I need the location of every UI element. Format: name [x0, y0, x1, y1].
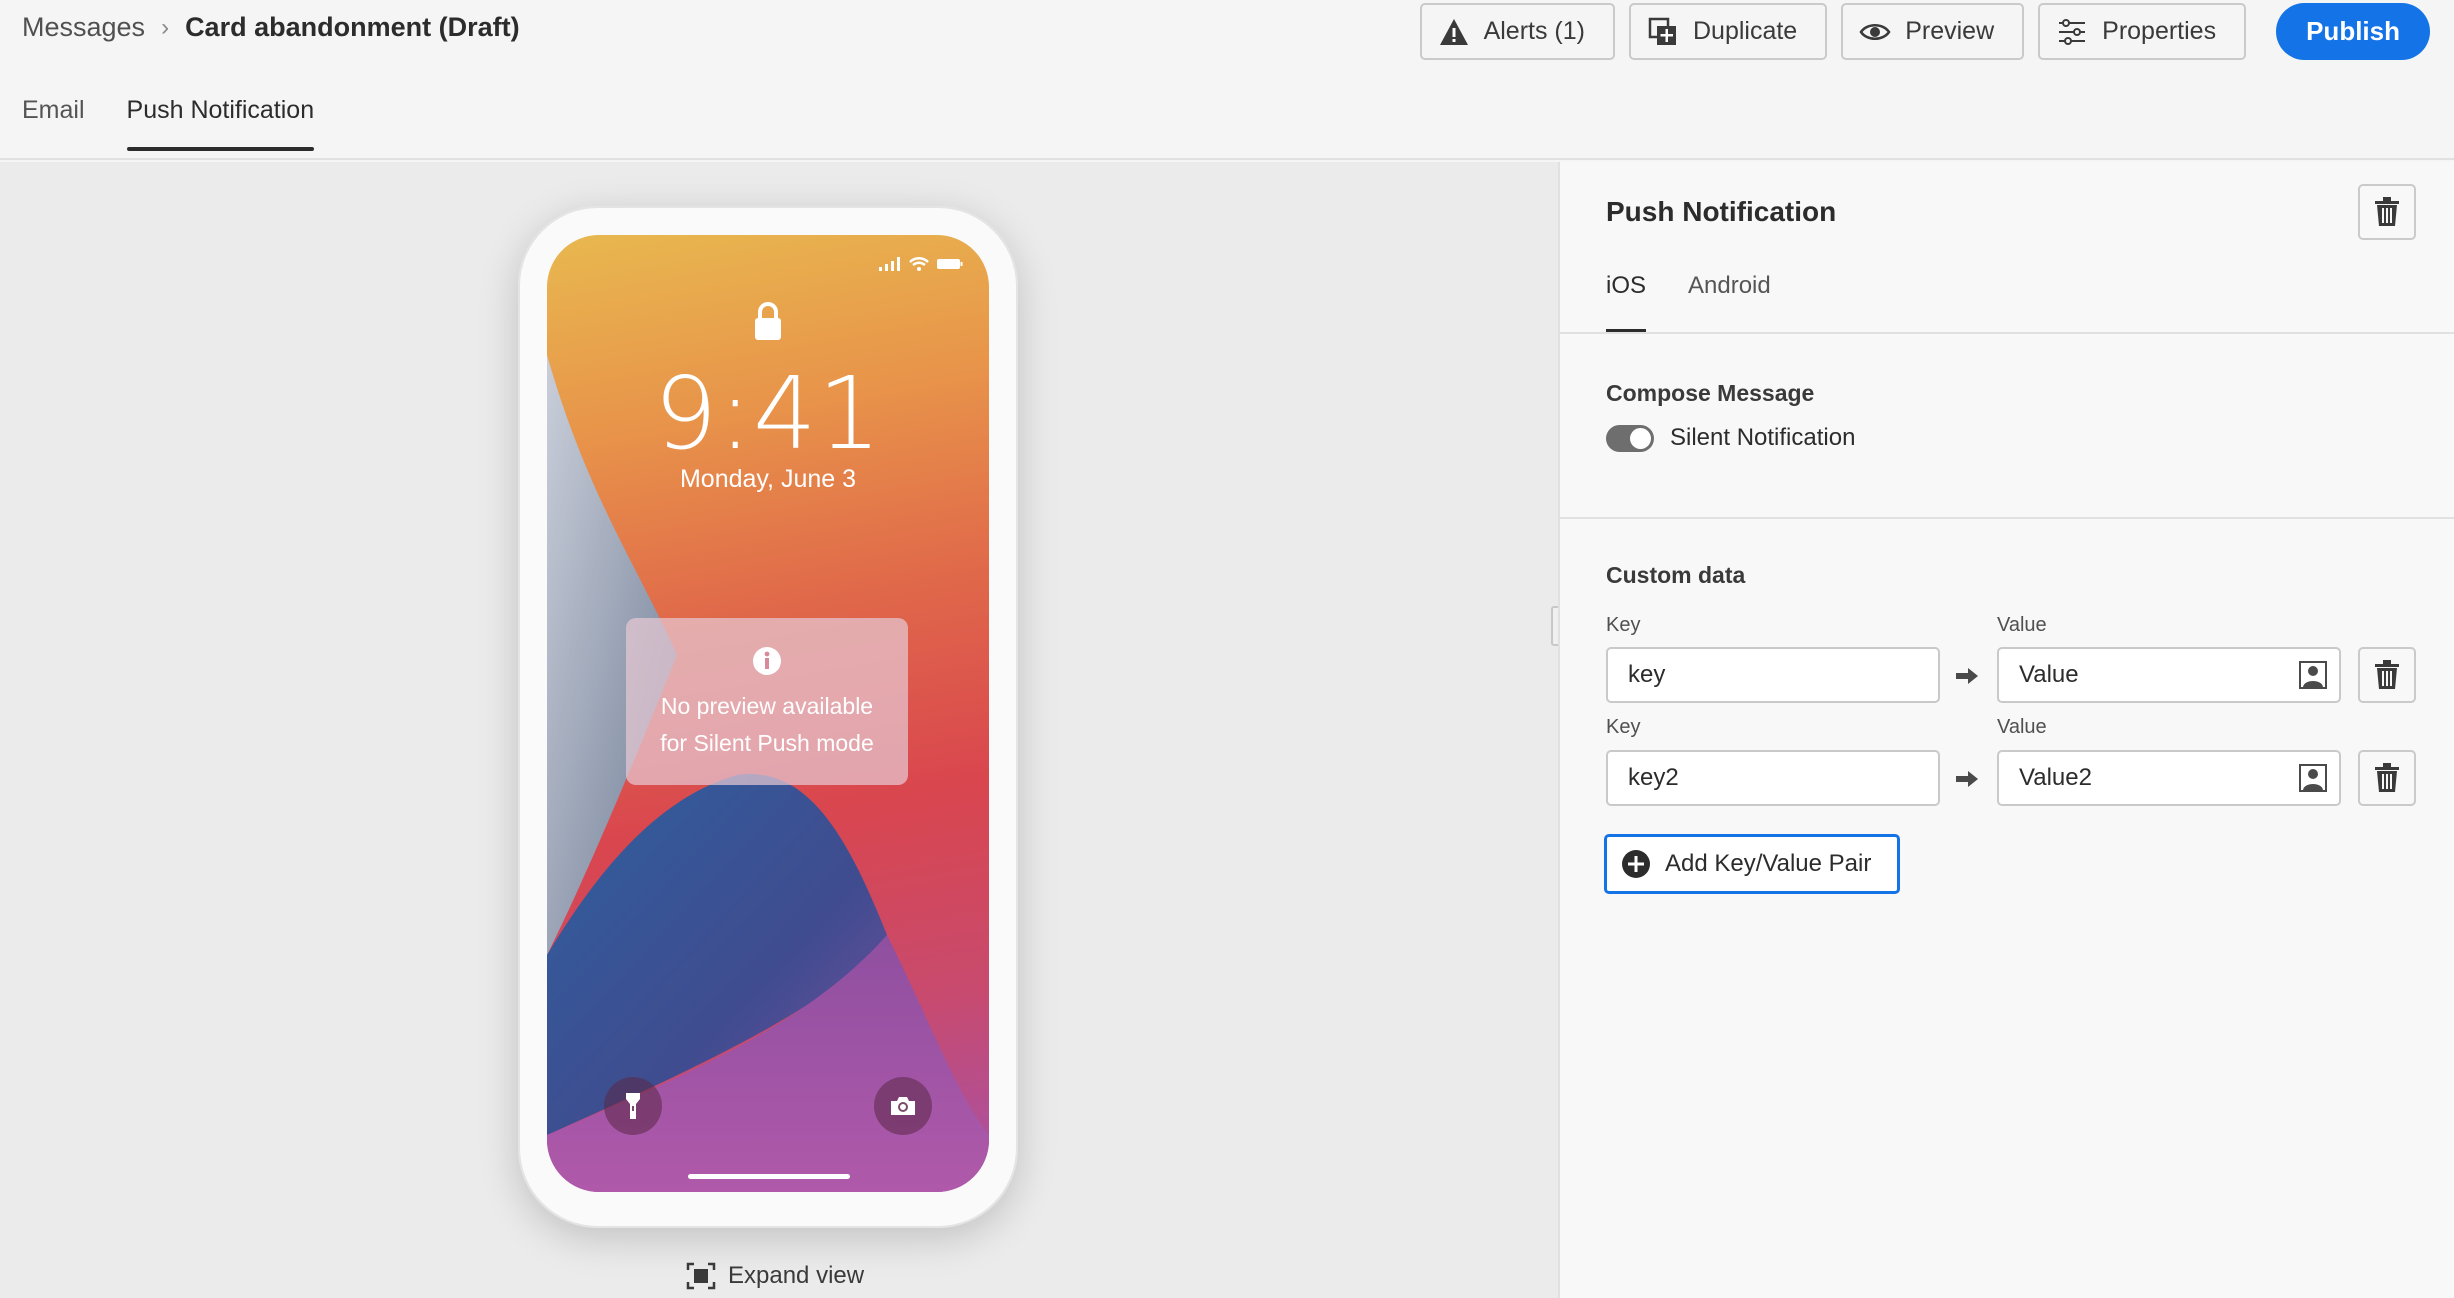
battery-icon — [937, 259, 963, 269]
publish-button[interactable]: Publish — [2276, 3, 2430, 60]
alerts-label: Alerts (1) — [1483, 17, 1585, 45]
key-field[interactable]: key2 — [1606, 750, 1940, 806]
key-label: Key — [1606, 614, 1641, 636]
silent-notification-toggle[interactable] — [1606, 424, 1654, 452]
breadcrumb: Messages › Card abandonment (Draft) — [22, 12, 520, 43]
delete-pair-button[interactable] — [2358, 647, 2416, 703]
duplicate-icon — [1648, 17, 1676, 45]
trash-icon — [2375, 197, 2399, 226]
properties-button[interactable]: Properties — [2038, 3, 2247, 60]
no-preview-card: No preview available for Silent Push mod… — [626, 618, 908, 785]
divider — [1560, 517, 2454, 519]
value-field[interactable]: Value — [1997, 647, 2341, 703]
alerts-button[interactable]: Alerts (1) — [1419, 3, 1615, 60]
flashlight-icon — [626, 1093, 640, 1119]
page-title: Card abandonment (Draft) — [185, 12, 520, 42]
add-circle-icon — [1622, 850, 1650, 878]
properties-panel: Push Notification iOS Android Compose Me… — [1558, 162, 2454, 1298]
eye-icon — [1859, 23, 1891, 40]
expand-view-label: Expand view — [728, 1262, 865, 1289]
home-indicator — [688, 1174, 850, 1179]
panel-title: Push Notification — [1606, 196, 1837, 227]
flashlight-button — [604, 1077, 662, 1135]
add-key-value-pair-label: Add Key/Value Pair — [1665, 850, 1872, 877]
platform-tabs: iOS Android — [1606, 272, 1771, 332]
add-key-value-pair-button[interactable]: Add Key/Value Pair — [1604, 834, 1901, 894]
duplicate-label: Duplicate — [1692, 17, 1798, 45]
tab-push-notification[interactable]: Push Notification — [126, 96, 314, 151]
preview-canvas: 9:41 Monday, June 3 No preview available… — [0, 162, 1558, 1298]
personalization-icon[interactable] — [2299, 661, 2327, 689]
tab-email[interactable]: Email — [22, 96, 85, 149]
delete-pair-button[interactable] — [2358, 750, 2416, 806]
tab-ios[interactable]: iOS — [1606, 272, 1647, 332]
arrow-right-icon — [1956, 668, 1978, 684]
info-icon — [753, 647, 781, 675]
camera-button — [874, 1077, 932, 1135]
value-field[interactable]: Value2 — [1997, 750, 2341, 806]
value-field-text: Value2 — [2019, 764, 2092, 791]
value-label: Value — [1997, 716, 2047, 738]
divider — [1560, 332, 2454, 334]
key-label: Key — [1606, 716, 1641, 738]
silent-notification-label: Silent Notification — [1670, 424, 1856, 451]
arrow-right-icon — [1956, 771, 1978, 787]
trash-icon — [2375, 763, 2399, 792]
wifi-icon — [909, 257, 929, 271]
tab-android[interactable]: Android — [1688, 272, 1771, 332]
value-label: Value — [1997, 614, 2047, 636]
chevron-right-icon: › — [161, 13, 170, 41]
status-bar — [879, 257, 963, 271]
no-preview-line-2: for Silent Push mode — [660, 730, 874, 756]
personalization-icon[interactable] — [2299, 764, 2327, 792]
phone-mockup: 9:41 Monday, June 3 No preview available… — [518, 206, 1018, 1228]
key-field[interactable]: key — [1606, 647, 1940, 703]
header: Messages › Card abandonment (Draft) Aler… — [0, 0, 2454, 160]
no-preview-line-1: No preview available — [660, 693, 874, 719]
camera-icon — [891, 1097, 915, 1115]
expand-icon — [686, 1262, 716, 1290]
channel-tabs: Email Push Notification — [22, 96, 314, 151]
toolbar: Alerts (1) Duplicate Preview Properties … — [1419, 3, 2430, 60]
custom-data-heading: Custom data — [1606, 562, 1746, 588]
preview-button[interactable]: Preview — [1841, 3, 2025, 60]
compose-message-heading: Compose Message — [1606, 380, 1815, 406]
alert-triangle-icon — [1439, 18, 1468, 45]
breadcrumb-messages-link[interactable]: Messages — [22, 12, 145, 43]
phone-screen: 9:41 Monday, June 3 No preview available… — [547, 235, 989, 1192]
cellular-signal-icon — [879, 257, 900, 271]
properties-sliders-icon — [2059, 18, 2086, 45]
lock-icon — [755, 302, 781, 340]
value-field-text: Value — [2019, 661, 2079, 688]
delete-push-button[interactable] — [2358, 184, 2416, 240]
lockscreen-time: 9:41 — [653, 355, 883, 472]
no-preview-message: No preview available for Silent Push mod… — [626, 688, 908, 762]
trash-icon — [2375, 660, 2399, 689]
expand-view-button[interactable]: Expand view — [686, 1262, 864, 1290]
duplicate-button[interactable]: Duplicate — [1628, 3, 1828, 60]
silent-notification-row: Silent Notification — [1606, 424, 1855, 452]
preview-label: Preview — [1905, 17, 1995, 45]
lockscreen-date: Monday, June 3 — [679, 465, 857, 493]
properties-label: Properties — [2102, 17, 2217, 45]
